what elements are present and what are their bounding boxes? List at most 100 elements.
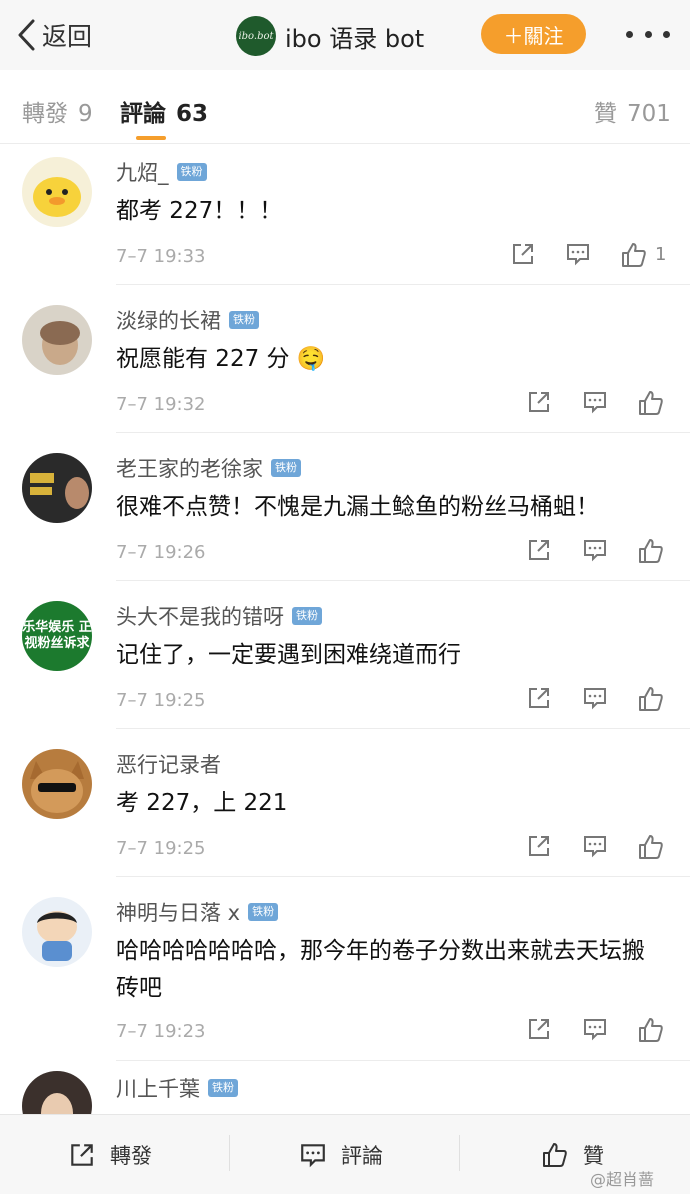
avatar[interactable] <box>22 1071 92 1114</box>
username-text: 神明与日落 x <box>116 901 241 925</box>
avatar[interactable]: 乐华娱乐 正视粉丝诉求 <box>22 601 92 671</box>
comment-item: 老王家的老徐家 铁粉 很难不点赞！不愧是九漏土鲶鱼的粉丝马桶蛆！ 7–7 19:2… <box>0 441 690 581</box>
comment-time: 7–7 19:33 <box>116 246 206 267</box>
like-icon[interactable] <box>637 537 667 567</box>
divider <box>116 432 690 433</box>
comment-username[interactable]: 九炤_ 铁粉 <box>116 157 207 187</box>
like-icon[interactable] <box>637 389 667 419</box>
tab-reposts[interactable]: 轉發 9 <box>22 94 93 128</box>
comment-text: 都考 227！！！ <box>116 198 283 224</box>
avatar[interactable] <box>22 305 92 375</box>
reply-icon[interactable] <box>582 389 612 419</box>
tab-reposts-label: 轉發 <box>22 101 68 127</box>
divider <box>116 1060 690 1061</box>
comment-text: 很难不点赞！不愧是九漏土鲶鱼的粉丝马桶蛆！ <box>116 494 599 520</box>
comment-username[interactable]: 老王家的老徐家 铁粉 <box>116 453 301 483</box>
tab-reposts-count: 9 <box>78 101 93 127</box>
comment-actions <box>510 537 670 569</box>
top-nav-bar: 返回 ibo.bot ibo 语录 bot ＋關注 <box>0 0 690 70</box>
username-text: 头大不是我的错呀 <box>116 605 284 629</box>
avatar[interactable] <box>22 157 92 227</box>
fan-badge: 铁粉 <box>176 163 207 181</box>
comment-actions <box>510 833 670 865</box>
comment-item: 九炤_ 铁粉 都考 227！！！ 7–7 19:33 1 <box>0 145 690 285</box>
tab-comments-count: 63 <box>176 101 209 127</box>
fan-badge: 铁粉 <box>229 311 259 329</box>
tab-likes[interactable]: 贊 701 <box>594 94 671 128</box>
share-icon <box>71 1144 93 1166</box>
reply-icon[interactable] <box>565 241 595 271</box>
share-icon[interactable] <box>526 389 556 419</box>
comment-time: 7–7 19:23 <box>116 1021 206 1042</box>
comment-time: 7–7 19:32 <box>116 394 206 415</box>
reply-icon[interactable] <box>582 537 612 567</box>
tab-bar: 轉發 9 評論 63 贊 701 <box>0 70 690 144</box>
comment-item: 乐华娱乐 正视粉丝诉求 头大不是我的错呀 铁粉 记住了，一定要遇到困难绕道而行 7… <box>0 589 690 729</box>
comment-actions: 1 <box>510 241 670 273</box>
comment-item: 神明与日落 x 铁粉 哈哈哈哈哈哈哈，那今年的卷子分数出来就去天坛搬砖吧 7–7 … <box>0 885 690 1061</box>
follow-button[interactable]: ＋關注 <box>481 14 586 54</box>
comment-time: 7–7 19:25 <box>116 690 206 711</box>
watermark: @超肖蔷 <box>590 1170 655 1189</box>
divider <box>116 580 690 581</box>
tab-comments-label: 評論 <box>120 101 166 127</box>
fan-badge: 铁粉 <box>248 903 279 921</box>
comment-username[interactable]: 恶行记录者 <box>116 749 221 779</box>
reply-icon[interactable] <box>582 1016 612 1046</box>
like-icon[interactable] <box>620 241 650 271</box>
comment-username[interactable]: 淡绿的长裙 铁粉 <box>116 305 259 335</box>
like-icon[interactable] <box>637 685 667 715</box>
active-tab-indicator <box>136 136 166 140</box>
reply-icon[interactable] <box>582 685 612 715</box>
like-icon[interactable] <box>637 833 667 863</box>
comment-username[interactable]: 神明与日落 x 铁粉 <box>116 897 279 927</box>
chevron-left-icon <box>18 19 35 51</box>
username-text: 川上千葉 <box>116 1077 200 1101</box>
like-icon[interactable] <box>637 1016 667 1046</box>
divider <box>116 876 690 877</box>
divider <box>116 284 690 285</box>
avatar[interactable] <box>22 749 92 819</box>
divider <box>116 728 690 729</box>
comment-icon <box>301 1144 325 1168</box>
like-icon <box>543 1143 567 1167</box>
back-label: 返回 <box>42 22 93 51</box>
fan-badge: 铁粉 <box>292 607 322 625</box>
share-icon[interactable] <box>526 537 556 567</box>
account-logo: ibo.bot <box>236 16 276 56</box>
share-icon[interactable] <box>526 1016 556 1046</box>
more-dots-icon[interactable] <box>626 22 670 46</box>
comment-actions <box>510 1016 670 1048</box>
reply-icon[interactable] <box>582 833 612 863</box>
divider <box>229 1135 230 1171</box>
comment-text: 祝愿能有 227 分 🤤 <box>116 346 326 372</box>
divider <box>459 1135 460 1171</box>
username-text: 淡绿的长裙 <box>116 309 221 333</box>
comment-item: 恶行记录者 考 227，上 221 7–7 19:25 <box>0 737 690 877</box>
share-icon[interactable] <box>526 833 556 863</box>
comment-button[interactable]: 評論 <box>299 1137 383 1173</box>
tab-comments[interactable]: 評論 63 <box>120 94 208 128</box>
share-icon[interactable] <box>510 241 540 271</box>
comment-username[interactable]: 川上千葉 铁粉 <box>116 1073 238 1103</box>
username-text: 恶行记录者 <box>116 753 221 777</box>
comment-text: 记住了，一定要遇到困难绕道而行 <box>116 642 461 668</box>
comment-time: 7–7 19:26 <box>116 542 206 563</box>
fan-badge: 铁粉 <box>271 459 301 477</box>
comment-text: 哈哈哈哈哈哈哈，那今年的卷子分数出来就去天坛搬砖吧 <box>116 938 645 1001</box>
repost-label: 轉發 <box>110 1144 152 1168</box>
username-text: 九炤_ <box>116 161 169 185</box>
username-text: 老王家的老徐家 <box>116 457 263 481</box>
comment-text: 考 227，上 221 <box>116 790 288 816</box>
repost-button[interactable]: 轉發 <box>68 1137 152 1173</box>
tab-likes-count: 701 <box>627 101 671 127</box>
share-icon[interactable] <box>526 685 556 715</box>
comment-username[interactable]: 头大不是我的错呀 铁粉 <box>116 601 322 631</box>
back-button[interactable]: 返回 <box>16 14 92 56</box>
tab-likes-label: 贊 <box>594 101 617 127</box>
avatar[interactable] <box>22 897 92 967</box>
comment-actions <box>510 685 670 717</box>
avatar[interactable] <box>22 453 92 523</box>
account-name[interactable]: ibo 语录 bot <box>285 19 424 54</box>
like-count: 1 <box>655 244 667 265</box>
